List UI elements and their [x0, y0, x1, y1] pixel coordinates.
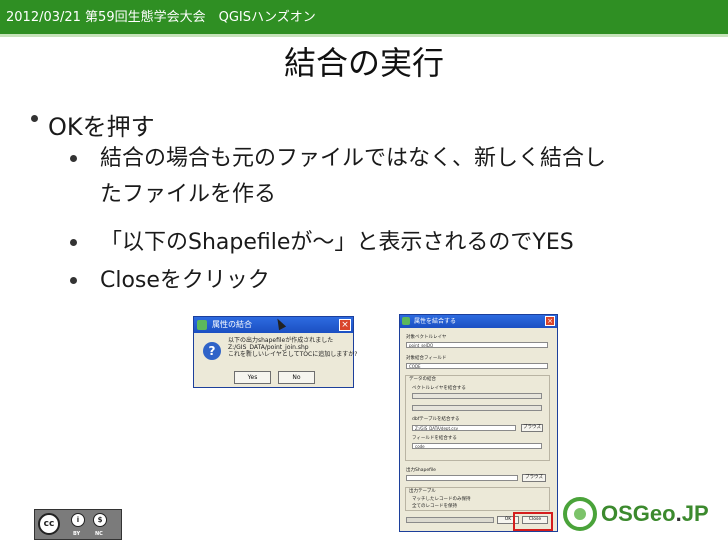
sub-bullet-line: Closeをクリック	[100, 268, 270, 293]
keep-all-radio[interactable]: 全てのレコードを保持	[412, 503, 457, 509]
bullet-dot-icon	[70, 155, 77, 162]
output-shapefile-label: 出力Shapefile	[406, 468, 436, 473]
sub-bullet-line: 結合の場合も元のファイルではなく、新しく結合し	[100, 146, 607, 171]
cc-license-badge: cc i $ BY NC	[34, 509, 122, 540]
sub-bullet-2: 「以下のShapefileが～」と表示されるのでYES	[70, 225, 574, 261]
header-divider	[0, 34, 728, 37]
yes-button[interactable]: Yes	[234, 371, 271, 384]
attribution-icon: i	[71, 513, 85, 527]
message-line: 以下の出力shapefileが作成されました	[228, 337, 334, 344]
progress-bar	[406, 517, 494, 523]
cc-icon: cc	[38, 513, 60, 535]
output-table-label: 出力テーブル	[409, 489, 436, 494]
sub-bullet-3: Closeをクリック	[70, 263, 270, 299]
bullet-dot-icon	[70, 239, 77, 246]
dialog-titlebar: 属性を結合する ×	[400, 315, 557, 328]
target-layer-select[interactable]: point_selDO	[406, 342, 548, 348]
sub-bullet-line: たファイルを作る	[100, 182, 277, 207]
output-shapefile-input[interactable]	[406, 475, 518, 481]
close-icon[interactable]: ×	[545, 316, 555, 326]
keep-matched-radio[interactable]: マッチしたレコードのみ保持	[412, 496, 471, 502]
join-vector-field-select	[412, 405, 542, 411]
dbf-path-input[interactable]: Z:/GIS_DATA/dept.csv	[412, 425, 516, 431]
message-line: これを新しいレイヤとしてTOCに追加しますか?	[228, 351, 358, 358]
sub-bullet-line: 「以下のShapefileが～」と表示されるのでYES	[100, 230, 574, 255]
close-button-highlight	[513, 512, 553, 531]
dialog-title: 属性の結合	[212, 320, 252, 329]
header-text: 2012/03/21 第59回生態学会大会 QGISハンズオン	[6, 10, 316, 25]
join-field-select[interactable]: code	[412, 443, 542, 449]
browse-dbf-button[interactable]: ブラウズ	[521, 424, 543, 432]
by-label: BY	[73, 531, 81, 537]
close-icon[interactable]: ×	[339, 319, 351, 331]
target-layer-label: 対象ベクトルレイヤ	[406, 335, 447, 340]
osgeo-icon	[563, 497, 597, 531]
join-dbf-radio[interactable]: dbfテーブルを結合する	[412, 416, 460, 422]
osgeo-wordmark: OSGeo.JP	[601, 501, 709, 526]
browse-output-button[interactable]: ブラウズ	[522, 474, 546, 482]
bullet-dot-icon	[31, 115, 38, 122]
noncommercial-icon: $	[93, 513, 107, 527]
join-data-label: データの結合	[409, 377, 436, 382]
join-vector-radio[interactable]: ベクトルレイヤを結合する	[412, 385, 466, 391]
join-attributes-dialog: 属性を結合する × 対象ベクトルレイヤ point_selDO 対象結合フィール…	[399, 314, 558, 532]
bullet-ok: OKを押す	[31, 107, 155, 142]
bullet-dot-icon	[70, 277, 77, 284]
header-bar: 2012/03/21 第59回生態学会大会 QGISハンズオン	[0, 0, 728, 34]
nc-label: NC	[95, 531, 103, 537]
dialog-message: 以下の出力shapefileが作成されました Z:/GIS_DATA/point…	[228, 337, 357, 358]
message-line: Z:/GIS_DATA/point_join.shp	[228, 344, 309, 351]
join-vector-select	[412, 393, 542, 399]
no-button[interactable]: No	[278, 371, 315, 384]
sub-bullet-1: 結合の場合も元のファイルではなく、新しく結合し たファイルを作る	[70, 141, 607, 213]
target-field-label: 対象結合フィールド	[406, 356, 447, 361]
join-confirm-dialog: 属性の結合 × ? 以下の出力shapefileが作成されました Z:/GIS_…	[193, 316, 357, 388]
bullet-text: OKを押す	[48, 113, 155, 141]
join-field-label: フィールドを結合する	[412, 436, 457, 441]
target-field-select[interactable]: CODE	[406, 363, 548, 369]
qgis-icon	[197, 320, 207, 330]
qgis-icon	[402, 317, 410, 325]
dialog-title: 属性を結合する	[414, 318, 457, 325]
question-icon: ?	[203, 342, 221, 360]
slide-title: 結合の実行	[283, 44, 444, 82]
